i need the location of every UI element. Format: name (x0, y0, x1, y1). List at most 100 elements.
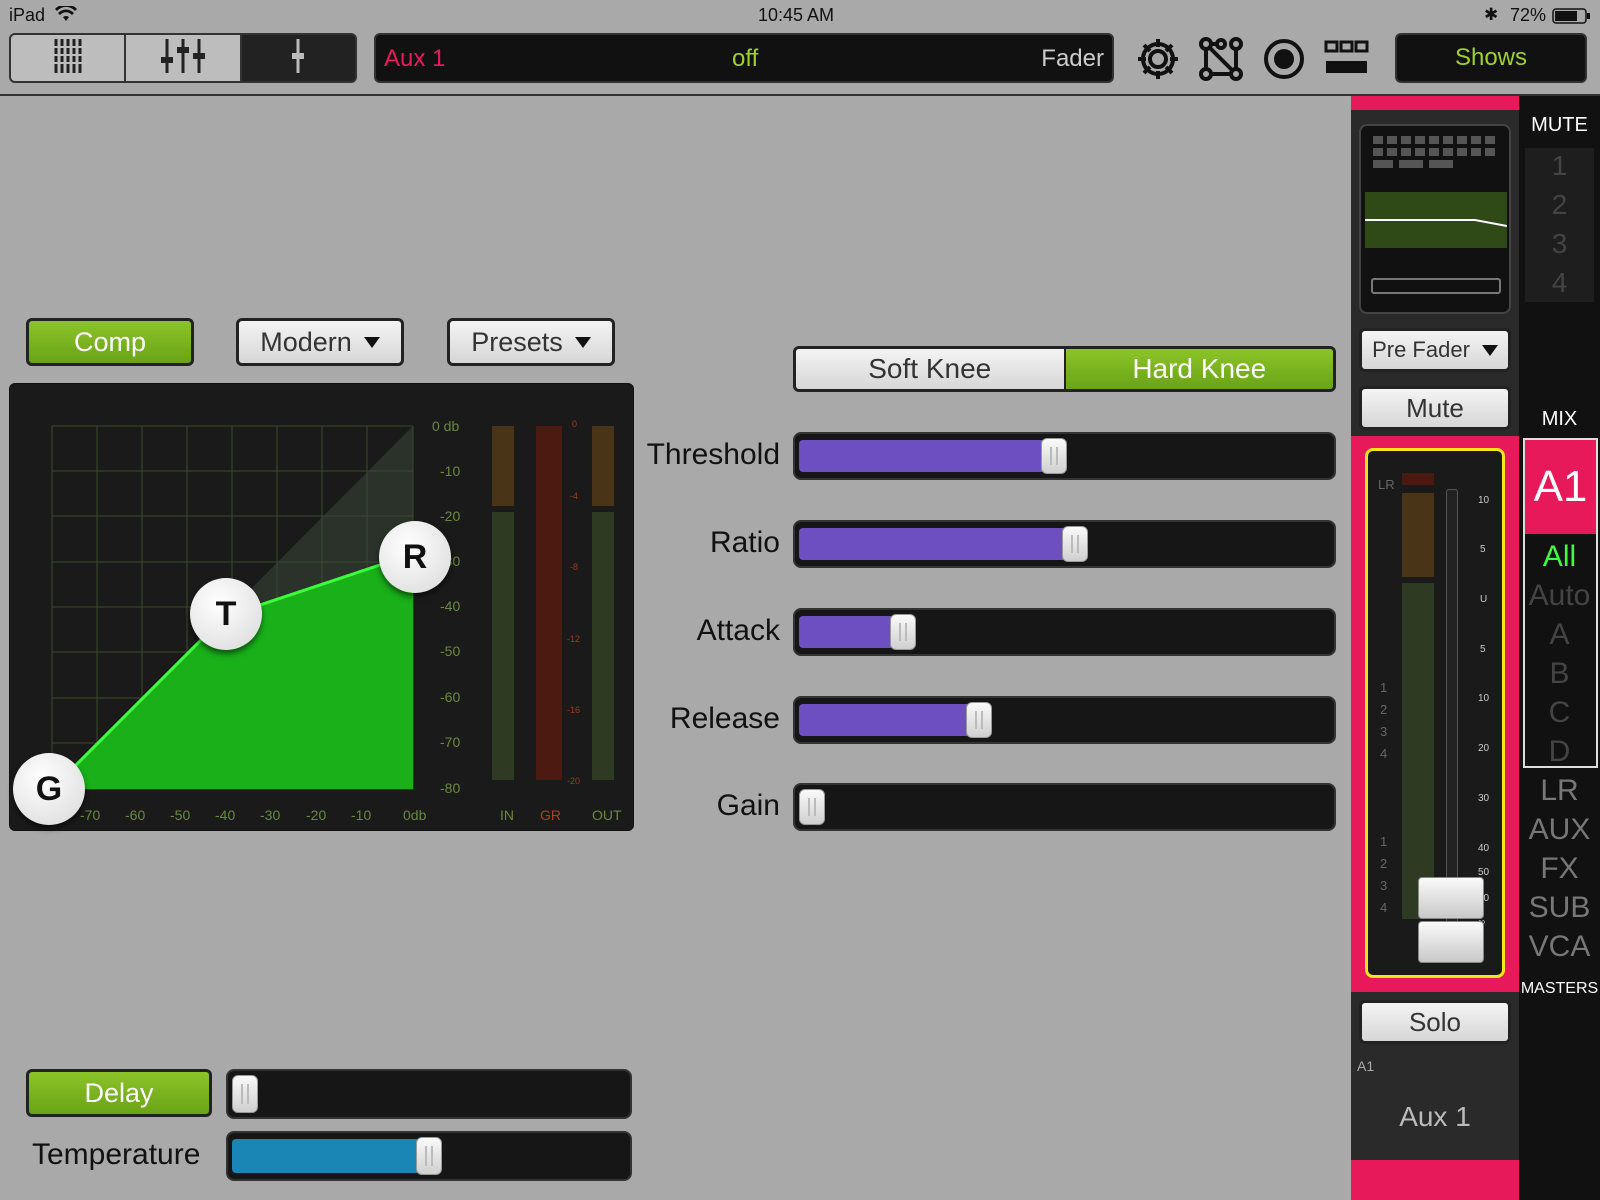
bus-sub[interactable]: SUB (1519, 891, 1600, 925)
chevron-down-icon (1481, 344, 1498, 356)
out-meter-top (592, 426, 614, 506)
temperature-fill (232, 1139, 429, 1173)
view-selector (9, 33, 357, 83)
scale-20: 20 (1478, 743, 1490, 754)
release-thumb[interactable] (965, 702, 992, 738)
out-meter (592, 512, 614, 780)
release-slider[interactable] (793, 696, 1336, 744)
tab-channel[interactable] (241, 35, 355, 81)
y-label-0: 0 db (432, 418, 460, 434)
mute-group-4[interactable]: 4 (1519, 267, 1600, 299)
threshold-label: Threshold (646, 438, 780, 471)
toolbar: Aux 1 off Fader Shows (0, 30, 1600, 96)
mute-button[interactable]: Mute (1359, 386, 1511, 430)
strip-overview[interactable] (1359, 124, 1511, 314)
compressor-graph[interactable]: 0 db -10 -20 -30 -40 -50 -60 -70 -80 -70… (9, 383, 634, 831)
delay-toggle-button[interactable]: Delay (26, 1069, 212, 1117)
wifi-icon (55, 4, 77, 27)
strip-channel-name[interactable]: Aux 1 (1351, 1101, 1519, 1133)
fader-cap[interactable] (1418, 921, 1484, 963)
gain-label: Gain (716, 789, 780, 822)
keypad-icon (1373, 136, 1495, 168)
delay-thumb[interactable] (232, 1075, 258, 1113)
comp-toggle-button[interactable]: Comp (26, 318, 194, 366)
shows-button[interactable]: Shows (1395, 33, 1587, 83)
x-label-3: -40 (215, 807, 236, 823)
x-label-4: -30 (260, 807, 281, 823)
filter-auto[interactable]: Auto (1519, 579, 1600, 613)
soft-knee-button[interactable]: Soft Knee (796, 349, 1066, 389)
fader-cap-upper[interactable] (1418, 877, 1484, 919)
attack-thumb[interactable] (889, 614, 916, 650)
tab-overview[interactable] (11, 35, 127, 81)
channel-display[interactable]: Aux 1 off Fader (374, 33, 1114, 83)
temperature-slider[interactable] (226, 1131, 632, 1181)
battery-percent: 72% (1510, 5, 1547, 25)
mute-group-3[interactable]: 3 (1519, 228, 1600, 260)
x-label-1: -60 (125, 807, 146, 823)
mute-group-2[interactable]: 2 (1519, 189, 1600, 221)
y-label-1: -10 (440, 463, 461, 479)
channels-icon (52, 37, 83, 80)
gr-scale-1: -4 (570, 491, 579, 501)
threshold-slider[interactable] (793, 432, 1336, 480)
layout-icon[interactable] (1322, 36, 1372, 82)
bluetooth-icon: ✱ (1484, 5, 1499, 24)
mute-group-1[interactable]: 1 (1519, 150, 1600, 182)
ratio-thumb[interactable] (1061, 526, 1088, 562)
bus-vca[interactable]: VCA (1519, 930, 1600, 964)
faders-icon (160, 37, 205, 80)
routing-icon[interactable] (1196, 36, 1246, 82)
eq-thumbnail (1365, 192, 1508, 248)
threshold-thumb[interactable] (1041, 438, 1068, 474)
presets-label: Presets (471, 326, 563, 357)
display-state: off (732, 45, 759, 72)
gr-scale-2: -8 (570, 562, 579, 572)
clock: 10:45 AM (758, 5, 835, 25)
bus-aux[interactable]: AUX (1519, 813, 1600, 847)
filter-a[interactable]: A (1519, 618, 1600, 652)
attack-slider[interactable] (793, 608, 1336, 656)
channel-strip: Pre Fader Mute LR 1234 1234 10 5 U 5 10 … (1351, 96, 1519, 1200)
gain-thumb[interactable] (799, 789, 825, 825)
comp-type-dropdown[interactable]: Modern (236, 318, 404, 366)
ratio-handle[interactable]: R (379, 521, 451, 593)
hard-knee-button[interactable]: Hard Knee (1065, 349, 1333, 389)
pre-fader-label: Pre Fader (1372, 337, 1470, 362)
threshold-handle[interactable]: T (190, 578, 262, 650)
record-icon[interactable] (1259, 36, 1309, 82)
bus-lr[interactable]: LR (1519, 774, 1600, 808)
gear-icon[interactable] (1133, 36, 1183, 82)
scale-30: 30 (1478, 793, 1490, 804)
presets-dropdown[interactable]: Presets (447, 318, 615, 366)
bus-fx[interactable]: FX (1519, 852, 1600, 886)
temperature-thumb[interactable] (416, 1137, 442, 1175)
x-label-7: 0db (403, 807, 427, 823)
threshold-fill (799, 440, 1055, 472)
mix-selected-a1[interactable]: A1 (1525, 440, 1596, 534)
pre-fader-dropdown[interactable]: Pre Fader (1359, 328, 1511, 372)
strip-channel-id: A1 (1357, 1058, 1375, 1074)
y-label-2: -20 (440, 508, 461, 524)
x-label-6: -10 (351, 807, 372, 823)
filter-c[interactable]: C (1519, 696, 1600, 730)
clip-led (1402, 473, 1434, 485)
filter-all[interactable]: All (1519, 540, 1600, 574)
filter-d[interactable]: D (1519, 735, 1600, 769)
gain-slider[interactable] (793, 783, 1336, 831)
scale-5: 5 (1480, 644, 1486, 655)
knee-toggle: Soft Knee Hard Knee (793, 346, 1336, 392)
scale-10: 10 (1478, 693, 1490, 704)
chevron-down-icon (574, 336, 591, 348)
gate-handle[interactable]: G (13, 753, 85, 825)
ratio-label: Ratio (709, 526, 780, 559)
delay-slider[interactable] (226, 1069, 632, 1119)
tab-mixer[interactable] (126, 35, 242, 81)
filter-b[interactable]: B (1519, 657, 1600, 691)
attack-fill (799, 616, 903, 648)
status-bar: iPad 10:45 AM ✱ 72% (0, 0, 1600, 30)
ratio-slider[interactable] (793, 520, 1336, 568)
y-label-4: -40 (440, 598, 461, 614)
in-meter (492, 512, 514, 780)
solo-button[interactable]: Solo (1359, 1000, 1511, 1044)
